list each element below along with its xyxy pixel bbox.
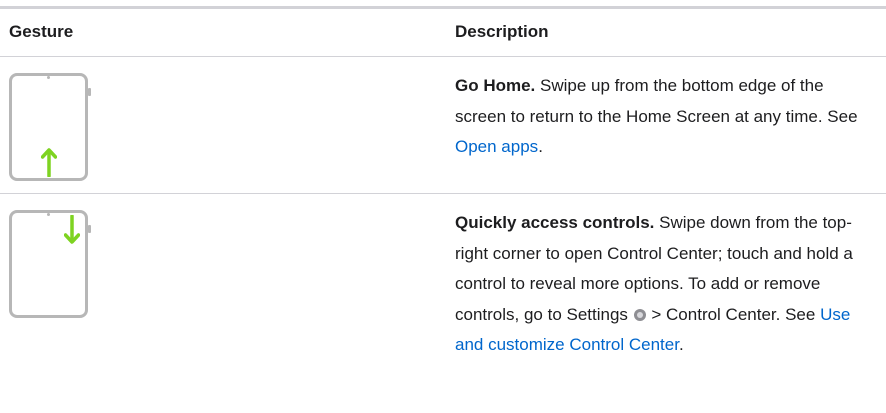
row-end: . <box>678 335 684 354</box>
row-lead: Go Home. <box>455 76 536 95</box>
column-header-gesture: Gesture <box>9 22 74 41</box>
arrow-down-icon <box>64 215 80 244</box>
settings-gear-icon <box>633 308 646 321</box>
device-side-button-icon <box>88 225 91 233</box>
row-end: . <box>538 137 543 156</box>
device-camera-icon <box>47 76 50 79</box>
table-row: Go Home. Swipe up from the bottom edge o… <box>0 57 886 193</box>
table-row: Quickly access controls. Swipe down from… <box>0 194 886 413</box>
table-header: Gesture Description <box>0 9 886 56</box>
column-header-description: Description <box>455 22 549 41</box>
device-side-button-icon <box>88 88 91 96</box>
device-camera-icon <box>47 213 50 216</box>
swipe-up-from-bottom-icon <box>9 73 91 181</box>
row-description: Quickly access controls. Swipe down from… <box>455 208 875 361</box>
row-lead: Quickly access controls. <box>455 213 655 232</box>
arrow-up-icon <box>41 148 57 177</box>
open-apps-link[interactable]: Open apps <box>455 137 538 156</box>
swipe-down-from-top-right-icon <box>9 210 91 318</box>
row-text-2: > Control Center. See <box>646 304 821 324</box>
row-description: Go Home. Swipe up from the bottom edge o… <box>455 71 875 163</box>
